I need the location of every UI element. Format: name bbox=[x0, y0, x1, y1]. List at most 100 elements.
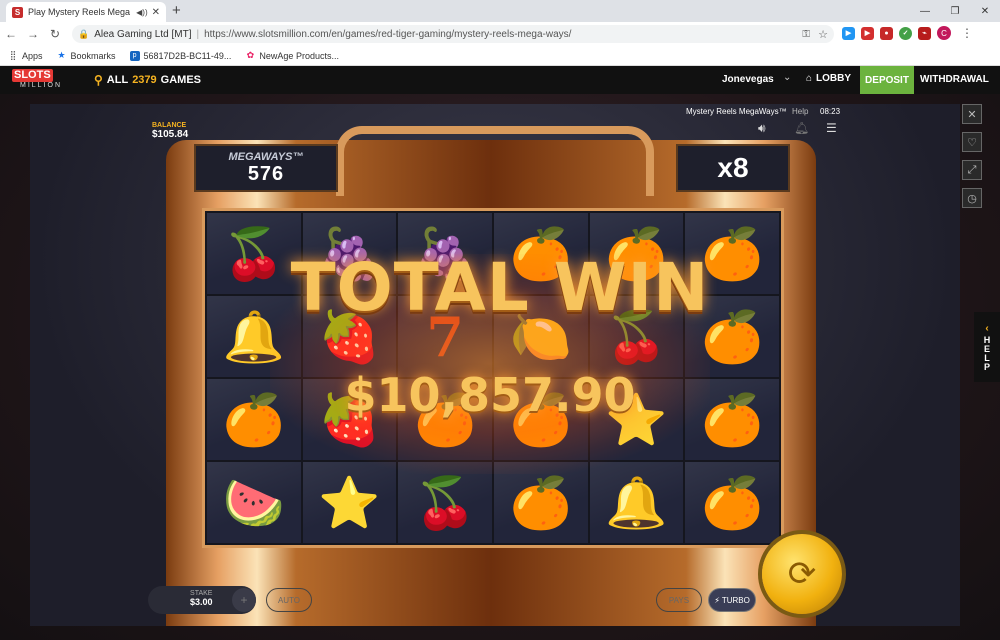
tab-audio-icon[interactable]: ◀)) bbox=[136, 8, 147, 17]
bookmark-apps[interactable]: ⣿ Apps bbox=[8, 50, 43, 61]
bookmark-newage[interactable]: ✿ NewAge Products... bbox=[245, 50, 339, 61]
chevron-left-icon: ‹ bbox=[985, 323, 989, 334]
extensions: ▶ ▶ ● ✓ ⌁ C ⋮ bbox=[842, 26, 973, 40]
bookmark-bookmarks[interactable]: ★ Bookmarks bbox=[57, 50, 116, 61]
cherries-icon: 🍒 bbox=[414, 474, 477, 531]
browser-tab-bar: S Play Mystery Reels Mega Wa ◀)) ✕ + — ❐… bbox=[0, 0, 1000, 22]
watermelon-icon: 🍉 bbox=[222, 474, 285, 531]
username[interactable]: Jonevegas bbox=[722, 74, 774, 85]
key-icon[interactable]: ⚿ bbox=[802, 29, 810, 40]
extension-play-icon[interactable]: ▶ bbox=[842, 26, 855, 40]
spin-button[interactable]: ⟳ bbox=[762, 534, 842, 614]
balance: BALANCE $105.84 bbox=[152, 122, 188, 140]
logo-bottom: MILLION bbox=[20, 82, 63, 89]
reel-cell: ⭐ bbox=[302, 462, 397, 543]
cabinet-handle bbox=[336, 126, 654, 196]
bookmark-star-icon[interactable]: ☆ bbox=[818, 28, 828, 41]
game-title: Mystery Reels MegaWays™ bbox=[686, 107, 787, 116]
slotsmillion-logo[interactable]: SLOTS MILLION bbox=[12, 69, 82, 91]
bookmark-guid[interactable]: p 56817D2B-BC11-49... bbox=[129, 50, 232, 61]
extension-media-icon[interactable]: ▶ bbox=[861, 26, 874, 40]
sound-icon[interactable]: 🔊︎ bbox=[758, 121, 766, 136]
forward-icon[interactable]: → bbox=[22, 27, 44, 41]
reel-cell: 🍊 bbox=[493, 462, 588, 543]
lightning-icon: ⚡︎ bbox=[714, 595, 720, 605]
logo-top-text: SLOTS bbox=[12, 69, 53, 82]
bookmark-label: Bookmarks bbox=[70, 50, 116, 61]
address-bar-row: ← → ↻ 🔒 Alea Gaming Ltd [MT] | https://w… bbox=[0, 22, 1000, 46]
megaways-value: 576 bbox=[247, 162, 285, 185]
game-clock: 08:23 bbox=[820, 107, 841, 116]
site-favicon-icon: S bbox=[12, 6, 23, 18]
favorite-heart-icon[interactable]: ♡ bbox=[962, 132, 982, 152]
stake-label: STAKE bbox=[190, 590, 213, 597]
deposit-button[interactable]: DEPOSIT bbox=[860, 66, 914, 94]
total-win-amount: $10,857.90 bbox=[344, 368, 636, 422]
autoplay-button[interactable]: AUTO bbox=[266, 588, 312, 612]
tab-close-icon[interactable]: ✕ bbox=[152, 7, 160, 18]
reel-cell: 🍉 bbox=[207, 462, 301, 543]
bell-icon: 🔔 bbox=[605, 474, 668, 531]
bookmark-label: NewAge Products... bbox=[259, 50, 339, 61]
lock-icon[interactable]: 🔒 bbox=[78, 29, 89, 40]
all-label: ALL bbox=[106, 74, 129, 86]
side-panel: ✕ ♡ ⤢ ◷ bbox=[962, 104, 986, 214]
back-icon[interactable]: ← bbox=[0, 27, 22, 41]
turbo-button[interactable]: ⚡︎ TURBO bbox=[708, 588, 756, 612]
all-games-search[interactable]: ⚲ ALL 2379 GAMES bbox=[94, 73, 201, 87]
url-separator: | bbox=[196, 28, 200, 40]
browser-tab[interactable]: S Play Mystery Reels Mega Wa ◀)) ✕ bbox=[6, 2, 166, 22]
browser-menu-icon[interactable]: ⋮ bbox=[961, 26, 973, 40]
bookmark-label: Apps bbox=[22, 50, 43, 61]
chevron-down-icon[interactable]: ⌄ bbox=[783, 72, 791, 83]
site-header: SLOTS MILLION ⚲ ALL 2379 GAMES Jonevegas… bbox=[0, 66, 1000, 94]
p-icon: p bbox=[129, 50, 140, 61]
hamburger-menu-icon[interactable]: ☰ bbox=[826, 121, 837, 135]
apps-grid-icon: ⣿ bbox=[9, 50, 17, 60]
orange-icon: 🍊 bbox=[701, 474, 764, 531]
close-window-icon[interactable]: ✕ bbox=[970, 0, 1000, 22]
help-label: HELP bbox=[982, 335, 992, 371]
withdrawal-link[interactable]: WITHDRAWAL bbox=[920, 74, 989, 85]
address-bar[interactable]: 🔒 Alea Gaming Ltd [MT] | https://www.slo… bbox=[72, 25, 834, 43]
total-win-title: TOTAL WIN bbox=[290, 249, 710, 326]
pays-button[interactable]: PAYS bbox=[656, 588, 702, 612]
logo-top: SLOTS bbox=[12, 69, 82, 82]
stake-increase-icon[interactable]: + bbox=[232, 588, 256, 612]
games-count: 2379 bbox=[132, 74, 157, 86]
window-controls: — ❐ ✕ bbox=[910, 0, 1000, 22]
notification-bell-icon[interactable]: 🔔︎ bbox=[794, 121, 809, 135]
new-tab-button[interactable]: + bbox=[172, 2, 181, 20]
bookmarks-bar: ⣿ Apps ★ Bookmarks p 56817D2B-BC11-49... ✿ N… bbox=[0, 46, 1000, 66]
minimize-icon[interactable]: — bbox=[910, 0, 940, 22]
spin-arrows-icon: ⟳ bbox=[787, 555, 817, 593]
star-icon: ★ bbox=[57, 50, 66, 60]
lobby-link[interactable]: ⌂ LOBBY bbox=[806, 73, 851, 84]
restore-icon[interactable]: ❐ bbox=[940, 0, 970, 22]
extension-pdf-icon[interactable]: ⌁ bbox=[918, 26, 931, 40]
stake: STAKE $3.00 bbox=[190, 590, 213, 607]
timer-icon[interactable]: ◷ bbox=[962, 188, 982, 208]
megaways-label: MEGAWAYS™ bbox=[228, 150, 304, 163]
reel-cell: 🔔 bbox=[589, 462, 684, 543]
url-text[interactable]: https://www.slotsmillion.com/en/games/re… bbox=[204, 29, 571, 40]
win-multiplier: x8 bbox=[676, 144, 790, 192]
home-icon: ⌂ bbox=[806, 73, 813, 84]
fullscreen-icon[interactable]: ⤢ bbox=[962, 160, 982, 180]
extension-red-icon[interactable]: ● bbox=[880, 26, 893, 40]
game-frame[interactable]: BALANCE $105.84 Mystery Reels MegaWays™ … bbox=[30, 104, 960, 626]
reel-cell: 🍒 bbox=[398, 462, 492, 543]
extension-check-icon[interactable]: ✓ bbox=[899, 26, 912, 40]
stake-value: $3.00 bbox=[190, 597, 213, 607]
megaways-counter: MEGAWAYS™ 576 bbox=[194, 144, 338, 192]
game-help-link[interactable]: Help bbox=[792, 107, 808, 116]
tab-title: Play Mystery Reels Mega Wa bbox=[28, 7, 132, 17]
lobby-label: LOBBY bbox=[816, 73, 852, 84]
reload-icon[interactable]: ↻ bbox=[44, 27, 66, 41]
close-game-icon[interactable]: ✕ bbox=[962, 104, 982, 124]
bookmark-label: 56817D2B-BC11-49... bbox=[143, 50, 232, 61]
reel-cell: 🍊 bbox=[685, 462, 779, 543]
games-label: GAMES bbox=[160, 74, 202, 86]
profile-avatar[interactable]: C bbox=[937, 26, 951, 40]
help-side-tab[interactable]: ‹ HELP bbox=[974, 312, 1000, 382]
